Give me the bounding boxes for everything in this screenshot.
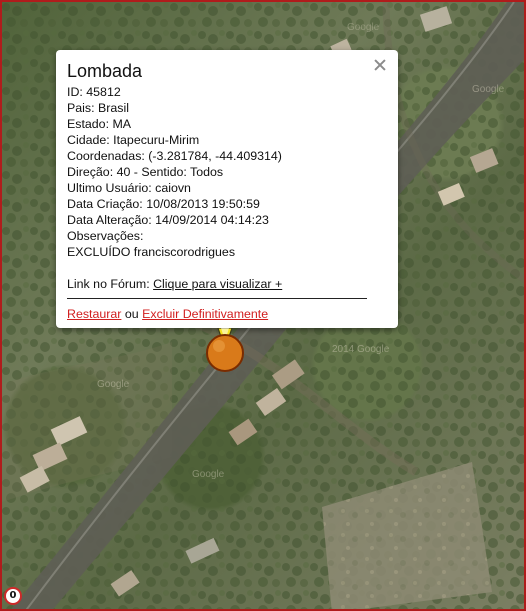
last-user-field: Ultimo Usuário: caiovn [67, 181, 191, 195]
updated-date-field: Data Alteração: 14/09/2014 04:14:23 [67, 213, 269, 227]
popup-title: Lombada [67, 61, 143, 81]
direction-field: Direção: 40 - Sentido: Todos [67, 165, 224, 179]
notes-label: Observações: [67, 229, 144, 243]
action-links: Restaurar ou Excluir Definitivamente [67, 306, 388, 322]
forum-link[interactable]: Clique para visualizar + [153, 277, 282, 291]
state-field: Estado: MA [67, 117, 132, 131]
id-field: ID: 45812 [67, 85, 121, 99]
map-watermark-2: Google [472, 84, 505, 95]
map-watermark-5: Google [347, 22, 380, 33]
delete-permanently-link[interactable]: Excluir Definitivamente [142, 307, 268, 321]
created-date-field: Data Criação: 10/08/2013 19:50:59 [67, 197, 260, 211]
notes-value: EXCLUÍDO franciscorodrigues [67, 245, 236, 259]
forum-label: Link no Fórum: [67, 277, 150, 291]
country-field: Pais: Brasil [67, 101, 129, 115]
map-view[interactable]: Google Google 2014 Google Google Google … [0, 0, 526, 611]
info-window: Lombada ID: 45812 Pais: Brasil Estado: M… [56, 50, 398, 328]
forum-row: Link no Fórum: Clique para visualizar + [67, 276, 388, 292]
coordinates-field: Coordenadas: (-3.281784, -44.409314) [67, 149, 282, 163]
restore-link[interactable]: Restaurar [67, 307, 121, 321]
map-watermark-1: Google [97, 379, 130, 390]
speed-bump-marker-icon[interactable] [205, 333, 245, 373]
or-text: ou [124, 307, 139, 321]
map-watermark-3: 2014 Google [332, 344, 390, 355]
map-watermark-4: Google [192, 469, 225, 480]
popup-divider [67, 298, 367, 299]
map-badge[interactable]: 0 [4, 587, 22, 605]
city-field: Cidade: Itapecuru-Mirim [67, 133, 200, 147]
close-icon[interactable] [373, 58, 387, 72]
